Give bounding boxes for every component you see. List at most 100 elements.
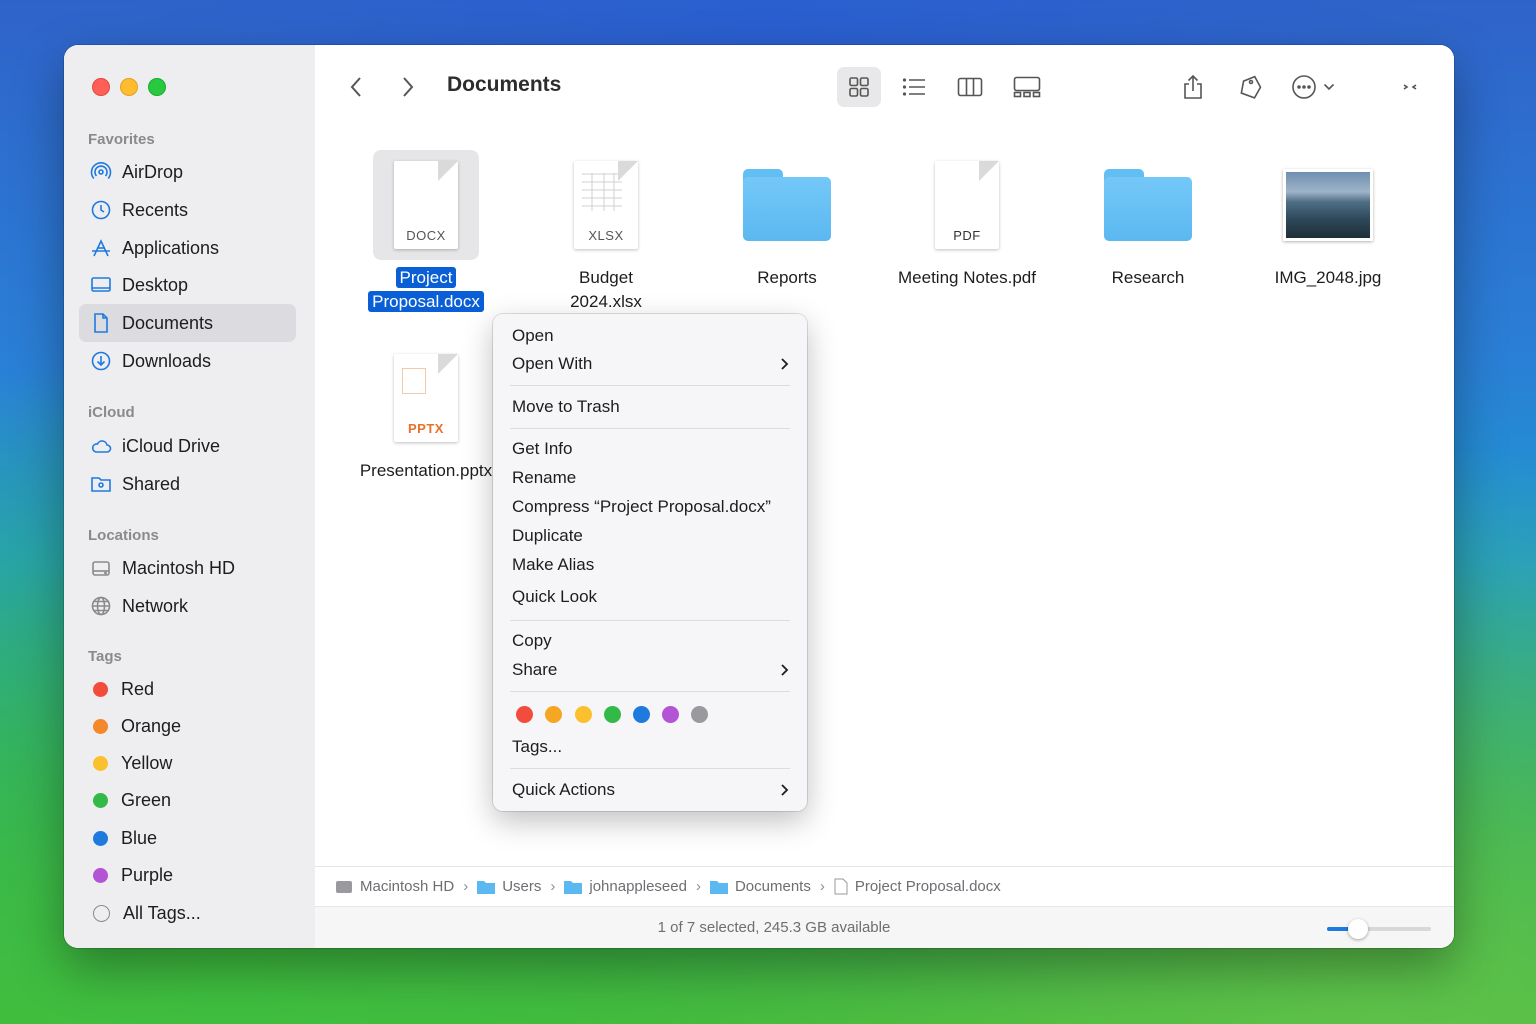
folder-icon xyxy=(709,881,728,894)
menu-item-quick-actions[interactable]: Quick Actions xyxy=(512,776,789,804)
menu-item-copy[interactable]: Copy xyxy=(512,627,789,655)
menu-tag-blue[interactable] xyxy=(633,706,650,723)
docx-file-icon: DOCX xyxy=(373,150,479,260)
close-window-button[interactable] xyxy=(92,78,110,96)
tag-button[interactable] xyxy=(1231,67,1271,107)
file-item-research[interactable]: Research xyxy=(1063,150,1233,290)
sidebar-item-network[interactable]: Network xyxy=(79,587,296,625)
shared-folder-icon xyxy=(90,473,112,495)
icon-view-button[interactable] xyxy=(837,67,881,107)
window-title: Documents xyxy=(447,73,562,96)
path-separator-icon: › xyxy=(463,878,469,895)
sidebar-item-applications[interactable]: Applications xyxy=(79,229,296,267)
menu-item-move-to-trash[interactable]: Move to Trash xyxy=(512,393,789,421)
sidebar-item-documents[interactable]: Documents xyxy=(79,304,296,342)
airdrop-icon xyxy=(90,161,112,183)
sidebar-tag-red[interactable]: Red xyxy=(79,670,296,708)
menu-tag-red[interactable] xyxy=(516,706,533,723)
sidebar: Favorites AirDrop Recents Applications D… xyxy=(64,45,316,948)
file-item-presentation[interactable]: PPTX Presentation.pptx xyxy=(341,343,511,483)
home-folder-icon xyxy=(564,881,583,894)
menu-item-share[interactable]: Share xyxy=(512,656,789,684)
sidebar-tag-blue[interactable]: Blue xyxy=(79,819,296,857)
minimize-window-button[interactable] xyxy=(120,78,138,96)
sidebar-tag-all-tags[interactable]: All Tags... xyxy=(79,894,296,932)
file-item-reports[interactable]: Reports xyxy=(702,150,872,290)
sidebar-item-downloads[interactable]: Downloads xyxy=(79,342,296,380)
toolbar: Documents xyxy=(315,45,1454,127)
path-bar: Macintosh HD › Users › johnappleseed › D… xyxy=(315,866,1454,906)
sidebar-tag-orange[interactable]: Orange xyxy=(79,707,296,745)
forward-button[interactable] xyxy=(393,67,423,107)
menu-item-open[interactable]: Open xyxy=(512,322,789,350)
search-button[interactable] xyxy=(1451,67,1454,107)
menu-tag-yellow[interactable] xyxy=(575,706,592,723)
sidebar-item-airdrop[interactable]: AirDrop xyxy=(79,153,296,191)
file-name: Budget 2024.xlsx xyxy=(570,268,642,311)
slider-knob[interactable] xyxy=(1348,919,1369,939)
sidebar-item-macintosh-hd[interactable]: Macintosh HD xyxy=(79,549,296,587)
locations-header: Locations xyxy=(88,527,159,544)
menu-tag-purple[interactable] xyxy=(662,706,679,723)
sidebar-tag-purple[interactable]: Purple xyxy=(79,856,296,894)
purple-tag-icon xyxy=(93,867,108,883)
menu-tag-green[interactable] xyxy=(604,706,621,723)
file-name: Meeting Notes.pdf xyxy=(898,268,1036,287)
back-button[interactable] xyxy=(341,67,371,107)
path-item-users[interactable]: Users xyxy=(477,878,541,895)
sidebar-item-desktop[interactable]: Desktop xyxy=(79,266,296,304)
blue-tag-icon xyxy=(93,830,108,846)
grid-icon xyxy=(849,77,869,97)
column-view-button[interactable] xyxy=(948,67,992,107)
menu-item-quick-look[interactable]: Quick Look xyxy=(512,583,789,611)
menu-item-tags[interactable]: Tags... xyxy=(512,733,789,761)
menu-separator xyxy=(510,768,790,769)
gallery-icon xyxy=(1013,76,1041,98)
menu-separator xyxy=(510,620,790,621)
menu-tag-orange[interactable] xyxy=(545,706,562,723)
orange-tag-icon xyxy=(93,718,108,734)
menu-tag-gray[interactable] xyxy=(691,706,708,723)
path-separator-icon: › xyxy=(695,878,701,895)
file-item-img-2048[interactable]: IMG_2048.jpg xyxy=(1243,150,1413,290)
sidebar-item-label: Desktop xyxy=(122,274,189,295)
share-button[interactable] xyxy=(1173,67,1213,107)
sidebar-tag-yellow[interactable]: Yellow xyxy=(79,744,296,782)
zoom-window-button[interactable] xyxy=(148,78,166,96)
menu-item-rename[interactable]: Rename xyxy=(512,464,789,492)
path-item-macintosh-hd[interactable]: Macintosh HD xyxy=(335,878,454,895)
path-item-johnappleseed[interactable]: johnappleseed xyxy=(564,878,687,895)
path-item-project-proposal[interactable]: Project Proposal.docx xyxy=(834,878,1001,895)
gallery-view-button[interactable] xyxy=(1005,67,1049,107)
globe-icon xyxy=(90,595,112,617)
menu-item-get-info[interactable]: Get Info xyxy=(512,435,789,463)
disk-icon xyxy=(336,880,352,893)
file-item-project-proposal[interactable]: DOCX Project Proposal.docx xyxy=(341,150,511,314)
icon-size-slider[interactable] xyxy=(1327,919,1431,939)
menu-item-compress[interactable]: Compress “Project Proposal.docx” xyxy=(512,493,789,521)
toolbar-overflow-button[interactable] xyxy=(1395,67,1425,107)
path-item-documents[interactable]: Documents xyxy=(709,878,811,895)
all-tags-icon xyxy=(93,904,110,922)
main-content: Documents DOCX Project Proposal.docx XLS… xyxy=(315,45,1454,948)
applications-icon xyxy=(90,237,112,259)
chevron-right-icon xyxy=(781,358,789,370)
sidebar-item-icloud-drive[interactable]: iCloud Drive xyxy=(79,427,296,465)
download-icon xyxy=(90,350,112,372)
menu-separator xyxy=(510,428,790,429)
pdf-file-icon: PDF xyxy=(914,150,1020,260)
file-item-budget[interactable]: XLSX Budget 2024.xlsx xyxy=(521,150,691,314)
sidebar-item-recents[interactable]: Recents xyxy=(79,191,296,229)
file-item-meeting-notes[interactable]: PDF Meeting Notes.pdf xyxy=(882,150,1052,290)
list-view-button[interactable] xyxy=(892,67,936,107)
sidebar-item-shared[interactable]: Shared xyxy=(79,465,296,503)
more-actions-button[interactable] xyxy=(1285,67,1341,107)
menu-item-duplicate[interactable]: Duplicate xyxy=(512,522,789,550)
menu-item-make-alias[interactable]: Make Alias xyxy=(512,551,789,579)
sidebar-item-label: Documents xyxy=(122,312,214,333)
sidebar-tag-green[interactable]: Green xyxy=(79,781,296,819)
document-icon xyxy=(90,312,112,334)
file-name: Research xyxy=(1111,268,1185,287)
menu-item-open-with[interactable]: Open With xyxy=(512,350,789,378)
file-name: Presentation.pptx xyxy=(359,461,493,480)
